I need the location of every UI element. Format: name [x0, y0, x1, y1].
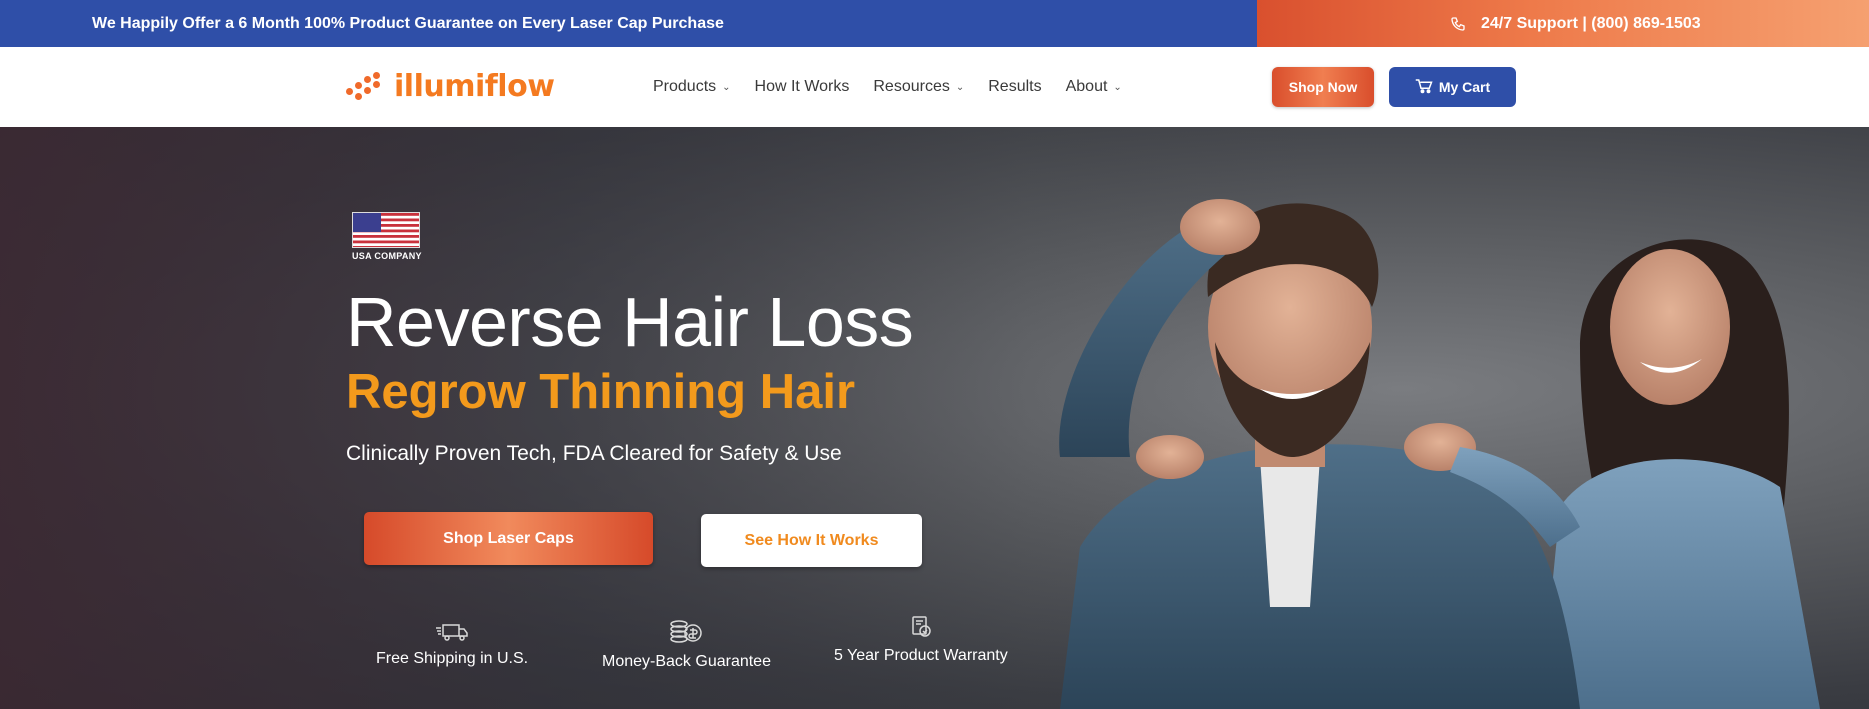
nav-item-about[interactable]: About ⌄	[1066, 78, 1122, 96]
chevron-down-icon: ⌄	[722, 81, 731, 93]
my-cart-button[interactable]: My Cart	[1389, 67, 1516, 107]
guarantee-text: We Happily Offer a 6 Month 100% Product …	[92, 14, 724, 32]
nav-label: Products	[653, 78, 717, 95]
feature-label: 5 Year Product Warranty	[834, 647, 1008, 664]
feature-label: Free Shipping in U.S.	[376, 650, 529, 667]
shop-now-button[interactable]: Shop Now	[1272, 67, 1374, 107]
hero-subheadline: Regrow Thinning Hair	[346, 365, 856, 419]
nav-item-resources[interactable]: Resources ⌄	[873, 78, 964, 96]
site-header: illumiflow Products ⌄ How It Works Resou…	[0, 47, 1869, 127]
feature-label: Money-Back Guarantee	[602, 653, 771, 670]
hero-headline: Reverse Hair Loss	[346, 283, 914, 361]
nav-label: How It Works	[754, 78, 850, 95]
guarantee-banner: We Happily Offer a 6 Month 100% Product …	[0, 0, 1257, 47]
illumiflow-logo[interactable]: illumiflow	[346, 67, 555, 107]
nav-label: About	[1065, 78, 1108, 95]
support-text[interactable]: 24/7 Support | (800) 869-1503	[1481, 15, 1701, 33]
shop-laser-caps-button[interactable]: Shop Laser Caps	[364, 512, 653, 565]
cart-icon	[1415, 78, 1433, 97]
phone-icon	[1447, 13, 1469, 35]
hero-couple-image	[1059, 199, 1820, 709]
warranty-icon	[834, 615, 1008, 639]
nav-item-how-it-works[interactable]: How It Works	[755, 78, 850, 96]
support-banner[interactable]: 24/7 Support | (800) 869-1503	[1257, 0, 1869, 47]
nav-item-results[interactable]: Results	[988, 78, 1041, 96]
usa-company-badge: USA COMPANY	[352, 212, 424, 261]
logo-text: illumiflow	[394, 69, 555, 104]
usa-flag-icon	[352, 212, 420, 248]
coins-icon	[602, 615, 771, 645]
feature-free-shipping: Free Shipping in U.S.	[376, 622, 528, 668]
announcement-bar: We Happily Offer a 6 Month 100% Product …	[0, 0, 1869, 47]
hero-section: USA COMPANY Reverse Hair Loss Regrow Thi…	[0, 127, 1869, 709]
hero-tagline: Clinically Proven Tech, FDA Cleared for …	[346, 442, 842, 465]
nav-label: Resources	[873, 78, 950, 95]
truck-icon	[376, 622, 528, 642]
see-how-it-works-button[interactable]: See How It Works	[701, 514, 922, 567]
chevron-down-icon: ⌄	[1113, 81, 1122, 93]
usa-company-label: USA COMPANY	[352, 251, 422, 261]
feature-warranty: 5 Year Product Warranty	[834, 615, 1008, 665]
nav-item-products[interactable]: Products ⌄	[653, 78, 731, 96]
feature-money-back: Money-Back Guarantee	[602, 615, 771, 671]
logo-mark-icon	[346, 72, 388, 102]
chevron-down-icon: ⌄	[955, 81, 965, 93]
main-nav: Products ⌄ How It Works Resources ⌄ Resu…	[653, 47, 1122, 127]
cart-label: My Cart	[1438, 79, 1491, 95]
nav-label: Results	[988, 78, 1042, 95]
